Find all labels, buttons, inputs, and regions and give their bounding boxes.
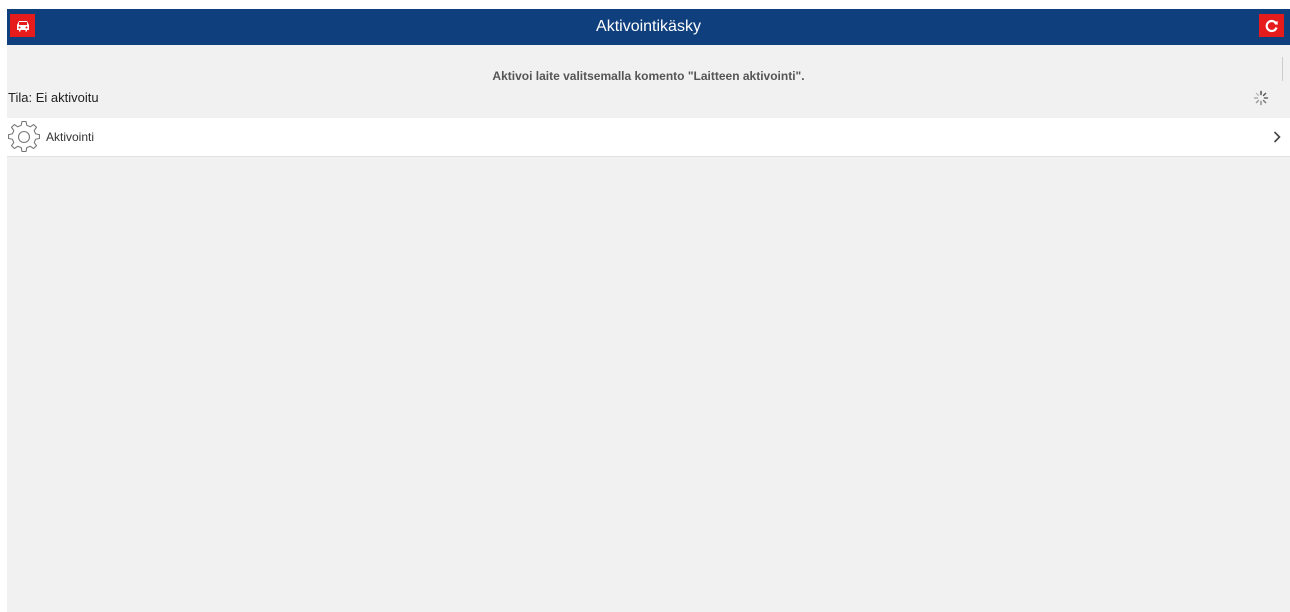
refresh-button[interactable] — [1259, 14, 1284, 37]
loading-spinner-icon — [1253, 90, 1269, 106]
gear-icon — [8, 121, 40, 153]
command-list: Aktivointi — [7, 118, 1290, 157]
instruction-message: Aktivoi laite valitsemalla komento "Lait… — [492, 69, 805, 83]
list-item-aktivointi[interactable]: Aktivointi — [7, 118, 1290, 157]
info-panel: Aktivoi laite valitsemalla komento "Lait… — [7, 45, 1290, 118]
chevron-right-icon — [1273, 131, 1281, 143]
app-window: Aktivointikäsky Aktivoi laite valitsemal… — [7, 9, 1290, 612]
page-title: Aktivointikäsky — [596, 18, 701, 35]
status-text: Tila: Ei aktivoitu — [8, 90, 99, 105]
header-bar: Aktivointikäsky — [7, 9, 1290, 45]
list-item-label: Aktivointi — [46, 130, 95, 144]
refresh-icon — [1265, 19, 1278, 32]
